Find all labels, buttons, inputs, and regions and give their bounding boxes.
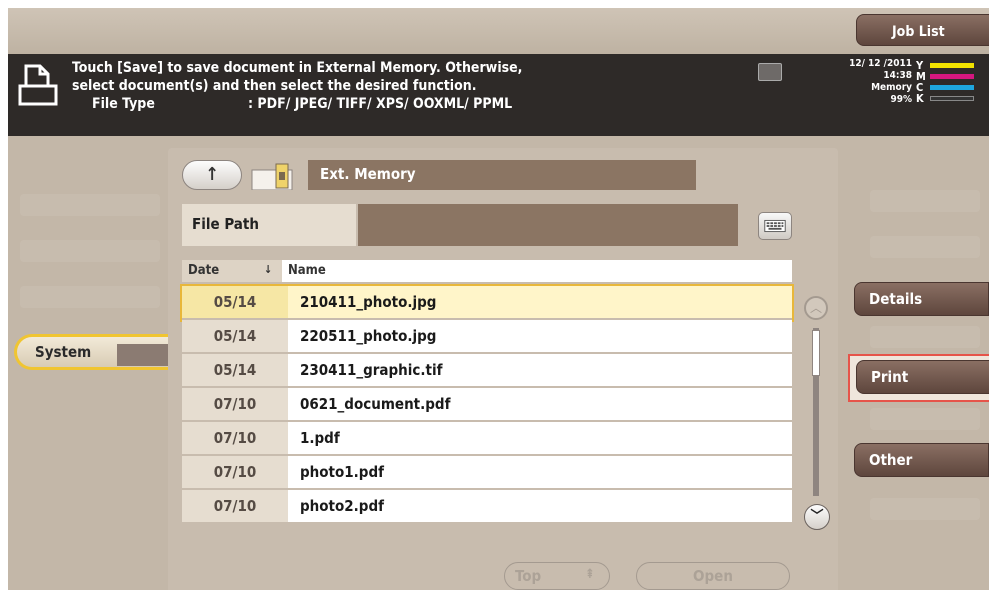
arrow-up-icon: ↑ (205, 164, 219, 185)
file-date: 05/14 (182, 286, 288, 318)
status-date: 12/ 12 /2011 (849, 58, 912, 69)
chevron-up-icon: ︿ (809, 301, 822, 315)
file-row[interactable]: 05/14 230411_graphic.tif (182, 354, 792, 388)
toner-bar (930, 74, 974, 79)
file-name: 1.pdf (288, 422, 792, 454)
message-line-1: Touch [Save] to save document in Externa… (72, 60, 523, 76)
chevron-down-icon: ﹀ (810, 509, 824, 524)
top-strip (8, 8, 989, 54)
file-name: 230411_graphic.tif (288, 354, 792, 386)
status-datetime: 12/ 12 /2011 14:38 Memory 99% (842, 58, 912, 106)
file-name: 220511_photo.jpg (288, 320, 792, 352)
usb-memory-icon (758, 63, 782, 81)
file-date: 07/10 (182, 490, 288, 522)
file-type-value: : PDF/ JPEG/ TIFF/ XPS/ OOXML/ PPML (248, 96, 513, 112)
file-date: 07/10 (182, 456, 288, 488)
file-row[interactable]: 07/10 photo1.pdf (182, 456, 792, 490)
file-browser-panel: ↑ Ext. Memory File Path Date ↓ Name 05/1… (168, 148, 838, 590)
tab-system[interactable]: System (14, 334, 169, 370)
file-name: photo1.pdf (288, 456, 792, 488)
document-icon (18, 64, 58, 106)
status-memory-label: Memory (871, 82, 912, 93)
job-list-button[interactable]: Job List (856, 14, 989, 46)
top-button[interactable]: Top ⇞ (504, 562, 610, 590)
file-name: 0621_document.pdf (288, 388, 792, 420)
file-date: 05/14 (182, 354, 288, 386)
tab-system-label: System (35, 343, 92, 361)
status-time: 14:38 (883, 70, 912, 81)
current-location: Ext. Memory (308, 160, 696, 190)
top-button-label: Top (515, 567, 542, 585)
file-list: 05/14 210411_photo.jpg 05/14 220511_phot… (180, 284, 794, 524)
external-memory-icon (251, 163, 293, 190)
file-row[interactable]: 05/14 220511_photo.jpg (182, 320, 792, 354)
file-path-label: File Path (182, 204, 356, 246)
message-bar: Touch [Save] to save document in Externa… (8, 54, 989, 136)
left-nav-ghost-item (20, 194, 160, 216)
other-button[interactable]: Other (854, 443, 989, 477)
toner-bar (930, 96, 974, 101)
right-nav-ghost-item (870, 326, 980, 348)
toner-bar (930, 85, 974, 90)
open-button[interactable]: Open (636, 562, 790, 590)
file-row[interactable]: 07/10 photo2.pdf (182, 490, 792, 524)
file-name: 210411_photo.jpg (288, 286, 792, 318)
right-nav-ghost-item (870, 236, 980, 258)
column-date-header[interactable]: Date ↓ (182, 260, 282, 282)
status-memory-value: 99% (890, 94, 912, 105)
scrollbar-thumb[interactable] (812, 330, 820, 376)
file-date: 07/10 (182, 422, 288, 454)
file-list-header: Date ↓ Name (182, 260, 792, 282)
toner-letter: K (916, 92, 924, 105)
file-row[interactable]: 07/10 0621_document.pdf (182, 388, 792, 422)
file-row[interactable]: 07/10 1.pdf (182, 422, 792, 456)
left-nav-ghost-item (20, 286, 160, 308)
print-button[interactable]: Print (856, 360, 989, 394)
right-nav-ghost-item (870, 190, 980, 212)
keyboard-button[interactable] (758, 212, 792, 240)
file-date: 07/10 (182, 388, 288, 420)
right-nav-ghost-item (870, 408, 980, 430)
scroll-up-button[interactable]: ︿ (804, 296, 828, 320)
details-button[interactable]: Details (854, 282, 989, 316)
file-path-field (358, 204, 738, 246)
message-line-2: select document(s) and then select the d… (72, 78, 477, 94)
file-date: 05/14 (182, 320, 288, 352)
scroll-down-button[interactable]: ﹀ (804, 504, 830, 530)
up-folder-button[interactable]: ↑ (182, 160, 242, 190)
toner-levels: Y M C K (916, 59, 986, 105)
control-panel-screen: Job List Touch [Save] to save document i… (8, 8, 989, 590)
arrow-top-icon: ⇞ (585, 567, 595, 582)
column-name-header[interactable]: Name (288, 263, 326, 278)
tab-system-tail (117, 344, 169, 366)
left-nav-ghost-item (20, 240, 160, 262)
file-type-label: File Type (92, 96, 155, 112)
toner-bar (930, 63, 974, 68)
file-name: photo2.pdf (288, 490, 792, 522)
toner-row-k: K (916, 92, 986, 105)
right-nav-ghost-item (870, 498, 980, 520)
sort-down-icon: ↓ (264, 263, 273, 276)
column-date-label: Date (188, 263, 220, 278)
file-row[interactable]: 05/14 210411_photo.jpg (180, 284, 794, 322)
